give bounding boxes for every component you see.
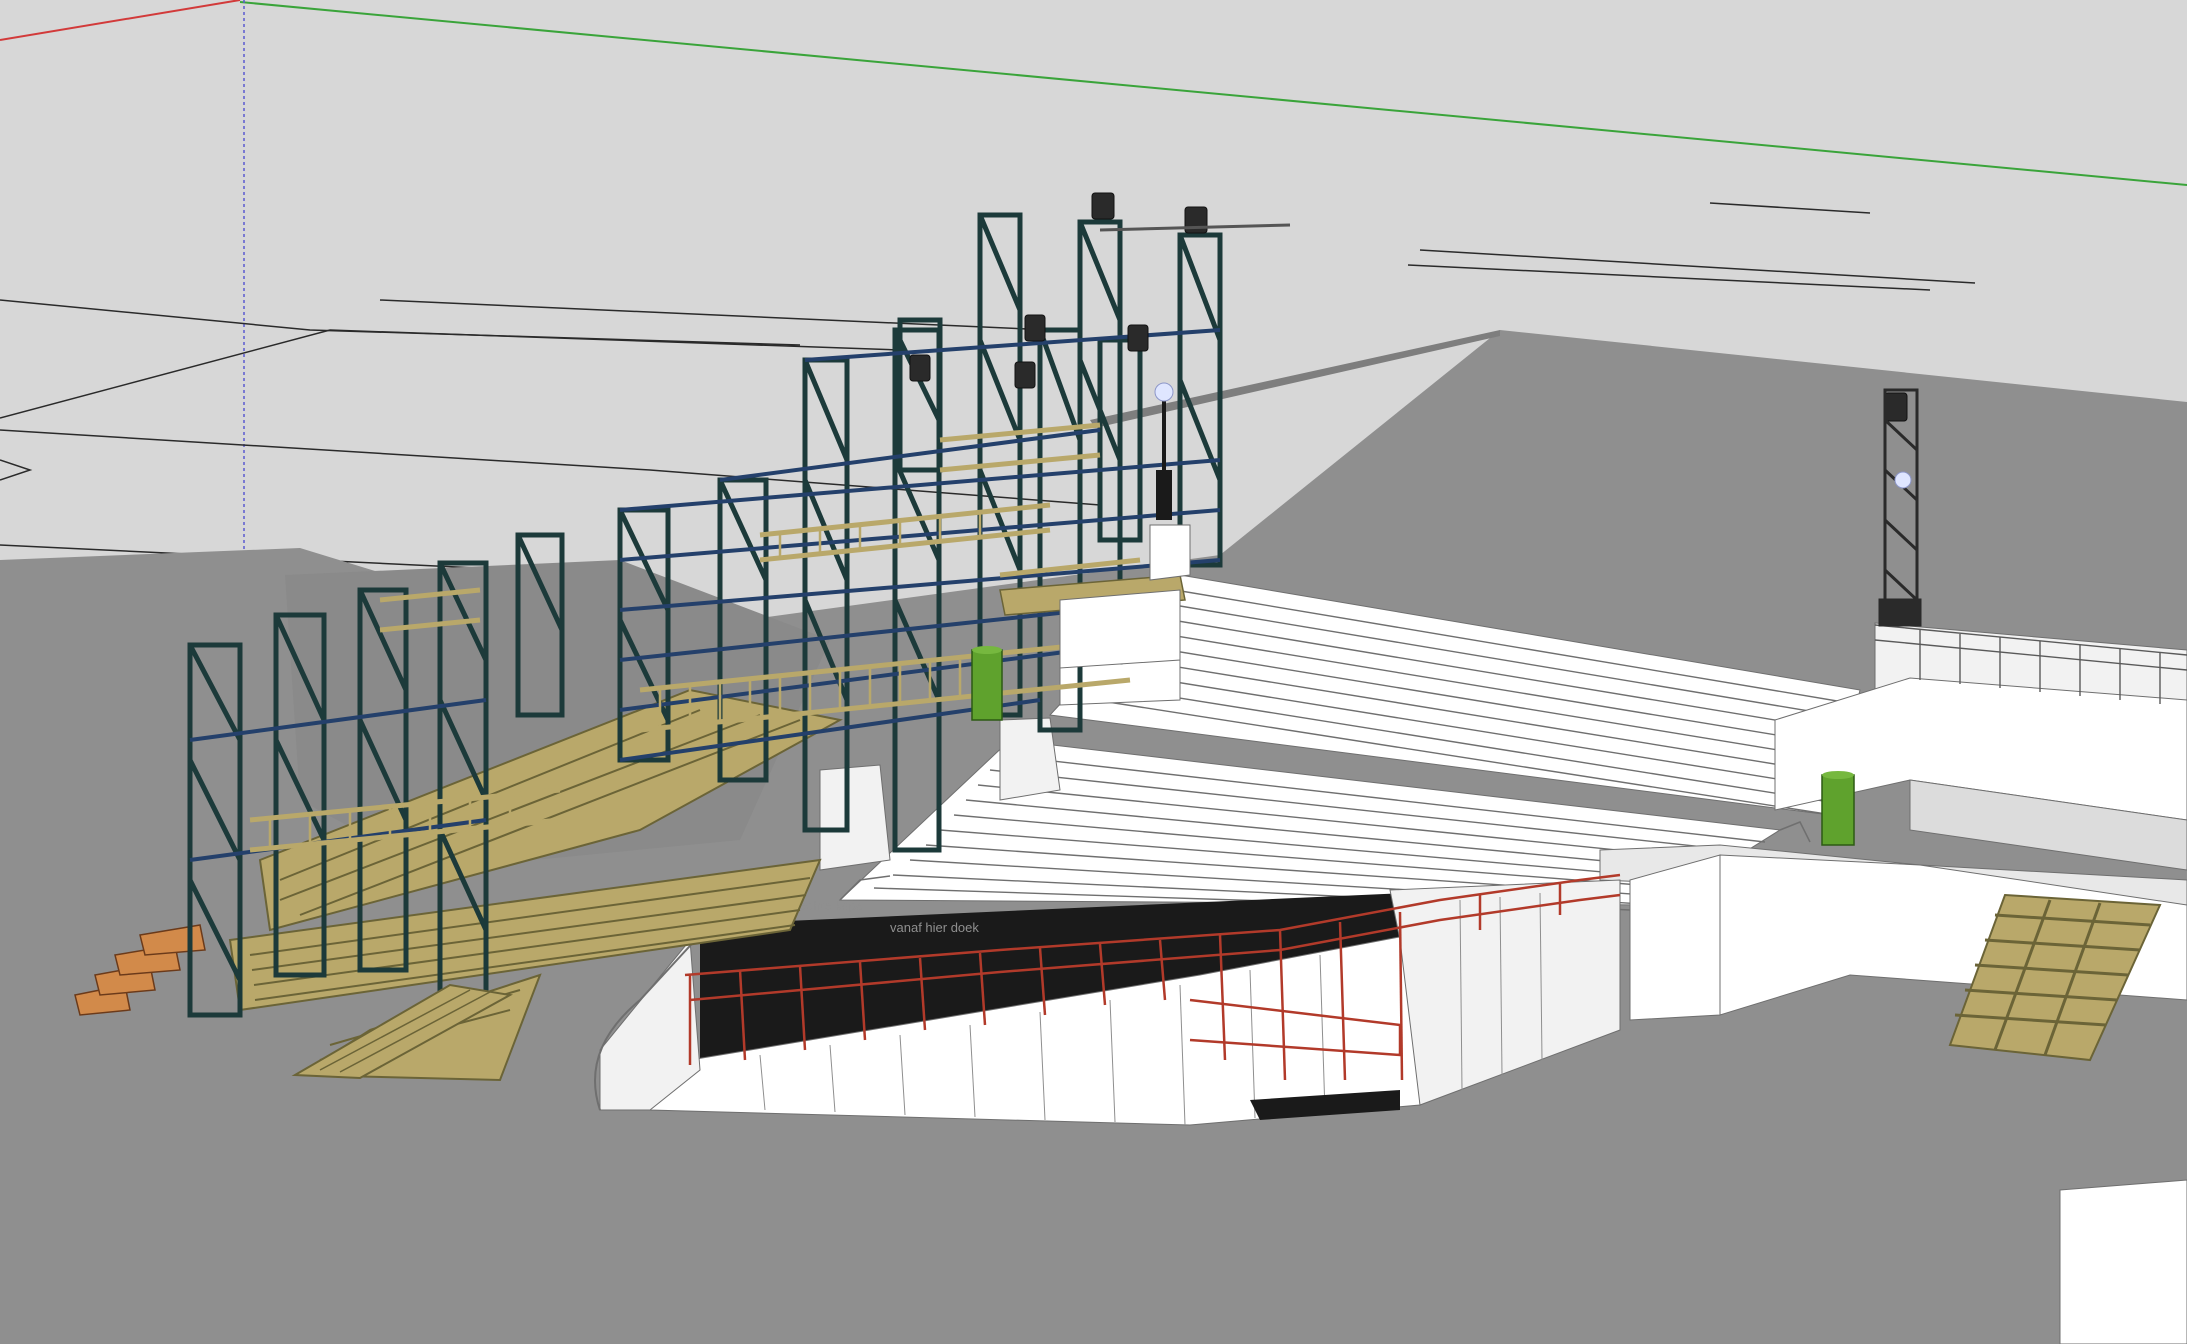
lamp-post-right <box>1894 471 1912 489</box>
model-viewport[interactable]: ook echte kope vanaf hier doek <box>0 0 2187 1344</box>
annotation-text-2: vanaf hier doek <box>890 920 979 935</box>
